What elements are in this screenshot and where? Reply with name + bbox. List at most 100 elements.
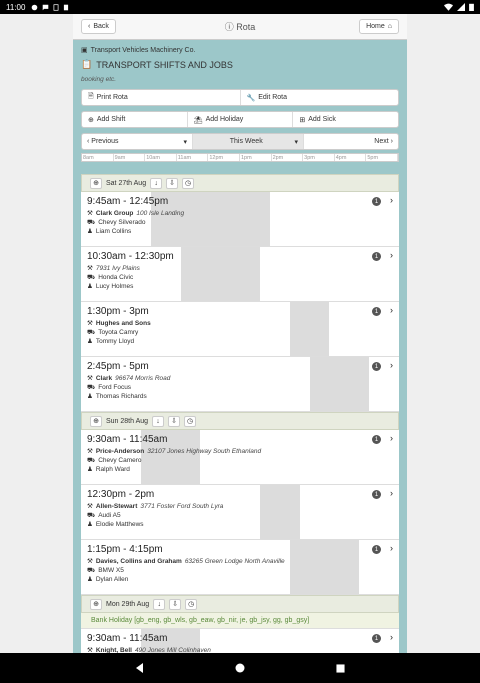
truck-icon: ⛟ xyxy=(87,512,96,519)
truck-icon: ⛟ xyxy=(87,567,96,574)
chevron-right-icon[interactable]: › xyxy=(390,488,393,498)
chevron-right-icon[interactable]: › xyxy=(390,195,393,205)
chevron-left-icon: ‹ xyxy=(87,138,90,145)
factory-icon: ▣ xyxy=(81,47,88,54)
job-client-line: ⚒ Knight, Bell 490 Jones Mill Colinhaven xyxy=(87,646,393,653)
job-address: 7931 Ivy Plains xyxy=(95,265,140,272)
plus-circle-icon[interactable]: ⊕ xyxy=(90,177,102,189)
previous-button[interactable]: ‹ Previous ▾ xyxy=(82,134,193,149)
truck-icon: ⛟ xyxy=(87,384,96,391)
clock-icon[interactable]: ◷ xyxy=(184,415,197,427)
back-button[interactable]: ‹ Back xyxy=(81,19,116,34)
recents-nav-icon[interactable] xyxy=(336,663,345,673)
job-time: 10:30am - 12:30pm xyxy=(87,251,174,262)
job-card[interactable]: 10:30am - 12:30pm ⚒ 7931 Ivy Plains ⛟ Honda … xyxy=(81,247,399,302)
job-card[interactable]: 2:45pm - 5pm ⚒ Clark 96674 Morris Road ⛟ Ford… xyxy=(81,357,399,412)
job-vehicle-line: ⛟ Toyota Camry xyxy=(87,328,393,337)
job-vehicle-line: ⛟ Honda Civic xyxy=(87,273,393,282)
download-outline-icon[interactable]: ⇩ xyxy=(168,415,181,427)
job-client: Clark Group xyxy=(95,210,134,217)
job-client: Davies, Collins and Graham xyxy=(95,558,182,565)
clock-icon[interactable]: ◷ xyxy=(185,598,198,610)
gavel-icon: ⚒ xyxy=(87,448,93,455)
job-vehicle-line: ⛟ Chevy Silverado xyxy=(87,218,393,227)
job-vehicle: Ford Focus xyxy=(98,384,132,391)
clock-icon[interactable]: ◷ xyxy=(182,177,195,189)
edit-rota-button[interactable]: 🔧 Edit Rota xyxy=(241,90,399,105)
job-driver: Thomas Richards xyxy=(95,393,147,400)
timeline-tick: 11am xyxy=(177,154,209,161)
print-rota-button[interactable]: 🗎 Print Rota xyxy=(82,90,241,105)
company-name: ▣ Transport Vehicles Machinery Co. xyxy=(81,46,196,55)
job-time: 9:45am - 12:45pm xyxy=(87,196,169,207)
timeline-tick: 2pm xyxy=(272,154,304,161)
job-content: 1:15pm - 4:15pm ⚒ Davies, Collins and Grah… xyxy=(81,540,399,588)
count-badge: 1 xyxy=(372,490,381,499)
caret-down-icon: ▾ xyxy=(183,138,187,146)
download-icon[interactable]: ↓ xyxy=(150,177,163,189)
add-holiday-button[interactable]: ⛱ Add Holiday xyxy=(188,112,294,127)
signal-icon xyxy=(457,3,465,11)
job-card[interactable]: 1:30pm - 3pm ⚒ Hughes and Sons ⛟ Toyota Camr… xyxy=(81,302,399,357)
job-card[interactable]: 9:30am - 11:45am ⚒ Price-Anderson 32107 Jon… xyxy=(81,430,399,485)
count-badge: 1 xyxy=(372,435,381,444)
job-time: 9:30am - 11:45am xyxy=(87,633,168,644)
page-title: ⓘ Rota xyxy=(224,22,256,32)
plus-circle-icon[interactable]: ⊕ xyxy=(90,415,102,427)
gavel-icon: ⚒ xyxy=(87,265,93,272)
storage-icon xyxy=(53,3,59,11)
count-badge: 1 xyxy=(372,307,381,316)
caret-down-icon: ▾ xyxy=(294,138,298,146)
plus-circle-icon[interactable]: ⊕ xyxy=(90,598,102,610)
job-content: 12:30pm - 2pm ⚒ Allen-Stewart 3771 Foster F… xyxy=(81,485,399,533)
gavel-icon: ⚒ xyxy=(87,210,93,217)
count-badge: 1 xyxy=(372,545,381,554)
chevron-right-icon[interactable]: › xyxy=(390,632,393,642)
download-outline-icon[interactable]: ⇩ xyxy=(169,598,182,610)
chevron-right-icon[interactable]: › xyxy=(390,433,393,443)
download-outline-icon[interactable]: ⇩ xyxy=(166,177,179,189)
job-vehicle-line: ⛟ BMW X5 xyxy=(87,566,393,575)
download-icon[interactable]: ↓ xyxy=(153,598,166,610)
home-button[interactable]: Home ⌂ xyxy=(359,19,399,34)
gavel-icon: ⚒ xyxy=(87,375,93,382)
chevron-right-icon[interactable]: › xyxy=(390,543,393,553)
rota-app: ‹ Back ⓘ Rota Home ⌂ ▣ Transport Vehicle… xyxy=(73,14,407,653)
chevron-right-icon[interactable]: › xyxy=(390,305,393,315)
truck-icon: ⛟ xyxy=(87,329,96,336)
chevron-right-icon: › xyxy=(390,138,393,145)
timeline-tick: 4pm xyxy=(335,154,367,161)
job-client-line: ⚒ Davies, Collins and Graham 63265 Green L… xyxy=(87,557,393,566)
job-driver: Dylan Allen xyxy=(95,576,129,583)
job-client-line: ⚒ Clark 96674 Morris Road xyxy=(87,374,393,383)
job-content: 9:45am - 12:45pm ⚒ Clark Group 100 Isle Lan… xyxy=(81,192,399,240)
job-address: 490 Jones Mill Colinhaven xyxy=(134,647,211,653)
job-time: 1:15pm - 4:15pm xyxy=(87,544,163,555)
add-shift-button[interactable]: ⊕ Add Shift xyxy=(82,112,188,127)
job-card[interactable]: 9:30am - 11:45am ⚒ Knight, Bell 490 Jones M… xyxy=(81,629,399,653)
timeline-header: 8am 9am 10am 11am 12pm 1pm 2pm 3pm 4pm 5… xyxy=(81,153,399,162)
chevron-right-icon[interactable]: › xyxy=(390,250,393,260)
job-address: 3771 Foster Ford South Lyra xyxy=(140,503,224,510)
job-driver-line: ♟ Elodie Matthews xyxy=(87,520,393,529)
chevron-right-icon[interactable]: › xyxy=(390,360,393,370)
home-nav-icon[interactable] xyxy=(235,663,245,673)
job-client: Price-Anderson xyxy=(95,448,145,455)
job-time: 12:30pm - 2pm xyxy=(87,489,155,500)
gavel-icon: ⚒ xyxy=(87,647,93,653)
user-icon: ♟ xyxy=(87,228,93,235)
day-label: Sun 28th Aug xyxy=(106,417,149,425)
notification-icon xyxy=(32,4,38,10)
add-sick-button[interactable]: ⊞ Add Sick xyxy=(293,112,398,127)
next-button[interactable]: Next › xyxy=(304,134,398,149)
job-card[interactable]: 1:15pm - 4:15pm ⚒ Davies, Collins and Grah… xyxy=(81,540,399,595)
back-nav-icon[interactable] xyxy=(135,663,145,673)
job-card[interactable]: 9:45am - 12:45pm ⚒ Clark Group 100 Isle Lan… xyxy=(81,192,399,247)
job-card[interactable]: 12:30pm - 2pm ⚒ Allen-Stewart 3771 Foster F… xyxy=(81,485,399,540)
rota-list[interactable]: ⊕ Sat 27th Aug ↓ ⇩ ◷ 9:45am - 12:45pm ⚒ Clark G… xyxy=(81,174,399,653)
holiday-notice: Bank Holiday [gb_eng, gb_wls, gb_eaw, gb… xyxy=(81,613,399,629)
this-week-button[interactable]: This Week ▾ xyxy=(193,134,304,149)
download-icon[interactable]: ↓ xyxy=(152,415,165,427)
day-label: Sat 27th Aug xyxy=(106,179,147,187)
job-driver: Lucy Holmes xyxy=(95,283,134,290)
